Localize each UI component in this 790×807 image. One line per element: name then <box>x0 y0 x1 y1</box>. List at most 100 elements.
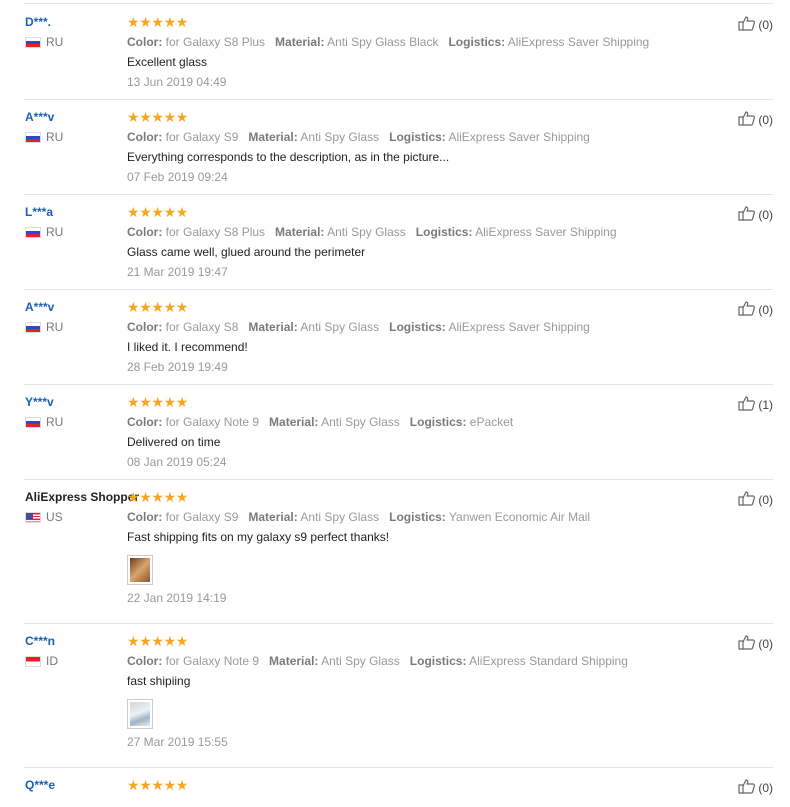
reviewer-name[interactable]: C***n <box>25 634 130 648</box>
helpful-count: (0) <box>758 302 773 317</box>
attribute-value: AliExpress Saver Shipping <box>507 35 650 49</box>
reviewer-info: AliExpress Shopper US <box>25 490 140 524</box>
helpful-button[interactable]: (0) <box>738 778 773 797</box>
country-flag-icon <box>25 226 41 238</box>
attribute-label: Color: <box>127 654 163 668</box>
helpful-count: (0) <box>758 492 773 507</box>
helpful-button[interactable]: (0) <box>738 205 773 224</box>
review-photo-thumbnail[interactable] <box>127 555 153 585</box>
reviewer-name[interactable]: Y***v <box>25 395 130 409</box>
star-icon: ★ <box>175 14 189 30</box>
review-content: ★ ★ ★ ★ ★ Color: for Galaxy S8 Plus Material: … <box>127 205 667 279</box>
review-text: Glass came well, glued around the perime… <box>127 245 366 259</box>
attribute-pair: Material: Anti Spy Glass <box>248 130 379 144</box>
attribute-label: Material: <box>275 35 325 49</box>
helpful-button[interactable]: (0) <box>738 110 773 129</box>
reviewer-info: L***a RU <box>25 205 130 239</box>
reviewer-info: Q***e <box>25 778 130 792</box>
star-icon: ★ <box>163 394 177 410</box>
review-content: ★ ★ ★ ★ ★ <box>127 778 667 792</box>
review-date: 08 Jan 2019 05:24 <box>127 455 227 469</box>
reviewer-name[interactable]: A***v <box>25 300 130 314</box>
star-icon: ★ <box>127 633 140 649</box>
star-icon: ★ <box>175 299 189 315</box>
star-icon: ★ <box>175 777 189 793</box>
star-icon: ★ <box>163 109 177 125</box>
country-code: ID <box>46 654 58 668</box>
review-text: Fast shipping fits on my galaxy s9 perfe… <box>127 530 390 544</box>
reviewer-info: A***v RU <box>25 110 130 144</box>
attribute-label: Color: <box>127 35 163 49</box>
photo-image <box>130 702 150 726</box>
review-item: Y***v RU ★ ★ ★ ★ ★ Color: for Galaxy Note 9 Mate… <box>24 384 773 480</box>
review-text: fast shipiing <box>127 674 191 688</box>
star-rating: ★ ★ ★ ★ ★ <box>127 110 667 124</box>
helpful-button[interactable]: (0) <box>738 300 773 319</box>
thumbs-up-icon <box>738 300 758 319</box>
thumbs-up-icon <box>738 634 758 653</box>
helpful-count: (0) <box>758 17 773 32</box>
review-item: A***v RU ★ ★ ★ ★ ★ Color: for Galaxy S9 Material… <box>24 99 773 195</box>
star-icon: ★ <box>163 777 177 793</box>
star-rating: ★ ★ ★ ★ ★ <box>127 778 667 792</box>
star-icon: ★ <box>151 777 164 793</box>
review-content: ★ ★ ★ ★ ★ Color: for Galaxy S9 Material: Anti … <box>127 110 667 184</box>
helpful-button[interactable]: (1) <box>738 395 773 414</box>
reviewer-info: A***v RU <box>25 300 130 334</box>
attribute-value: Anti Spy Glass <box>321 654 400 668</box>
helpful-button[interactable]: (0) <box>738 15 773 34</box>
country-code: RU <box>46 225 64 239</box>
attribute-label: Color: <box>127 320 163 334</box>
attribute-label: Material: <box>269 654 319 668</box>
attribute-pair: Color: for Galaxy S8 Plus <box>127 225 265 239</box>
reviewer-country: RU <box>25 225 130 239</box>
attribute-label: Color: <box>127 510 163 524</box>
reviewer-name: AliExpress Shopper <box>25 490 140 504</box>
order-attributes: Color: for Galaxy S8 Material: Anti Spy G… <box>127 320 667 334</box>
attribute-pair: Logistics: AliExpress Saver Shipping <box>448 35 649 49</box>
attribute-label: Color: <box>127 415 163 429</box>
star-icon: ★ <box>151 489 164 505</box>
attribute-value: AliExpress Saver Shipping <box>448 320 590 334</box>
country-code: RU <box>46 35 64 49</box>
reviewer-name[interactable]: D***. <box>25 15 130 29</box>
attribute-value: AliExpress Saver Shipping <box>475 225 617 239</box>
review-content: ★ ★ ★ ★ ★ Color: for Galaxy S9 Material: Anti … <box>127 490 667 605</box>
helpful-button[interactable]: (0) <box>738 490 773 509</box>
reviewer-name[interactable]: L***a <box>25 205 130 219</box>
star-icon: ★ <box>151 394 164 410</box>
attribute-value: for Galaxy S8 Plus <box>165 35 266 49</box>
country-flag-icon <box>25 321 41 333</box>
star-icon: ★ <box>139 109 152 125</box>
attribute-label: Material: <box>248 320 298 334</box>
attribute-pair: Logistics: Yanwen Economic Air Mail <box>389 510 590 524</box>
review-date: 21 Mar 2019 19:47 <box>127 265 228 279</box>
star-icon: ★ <box>163 14 177 30</box>
attribute-value: for Galaxy S9 <box>165 130 239 144</box>
star-icon: ★ <box>151 633 164 649</box>
attribute-pair: Color: for Galaxy S9 <box>127 510 238 524</box>
reviewer-name[interactable]: A***v <box>25 110 130 124</box>
thumbs-up-icon <box>738 110 758 129</box>
country-code: RU <box>46 415 64 429</box>
helpful-count: (0) <box>758 112 773 127</box>
review-photo-thumbnail[interactable] <box>127 699 153 729</box>
attribute-value: Anti Spy Glass <box>300 130 380 144</box>
helpful-count: (0) <box>758 207 773 222</box>
star-rating: ★ ★ ★ ★ ★ <box>127 634 667 648</box>
star-icon: ★ <box>127 394 140 410</box>
star-icon: ★ <box>127 109 140 125</box>
star-icon: ★ <box>139 777 152 793</box>
attribute-pair: Material: Anti Spy Glass <box>275 225 406 239</box>
attribute-value: Anti Spy Glass <box>300 320 380 334</box>
reviewer-country: RU <box>25 130 130 144</box>
star-icon: ★ <box>127 777 140 793</box>
helpful-button[interactable]: (0) <box>738 634 773 653</box>
star-icon: ★ <box>151 299 164 315</box>
review-content: ★ ★ ★ ★ ★ Color: for Galaxy Note 9 Material: A… <box>127 395 667 469</box>
star-icon: ★ <box>127 299 140 315</box>
reviewer-name[interactable]: Q***e <box>25 778 130 792</box>
attribute-label: Logistics: <box>448 35 506 49</box>
attribute-value: AliExpress Saver Shipping <box>448 130 590 144</box>
star-icon: ★ <box>139 14 152 30</box>
